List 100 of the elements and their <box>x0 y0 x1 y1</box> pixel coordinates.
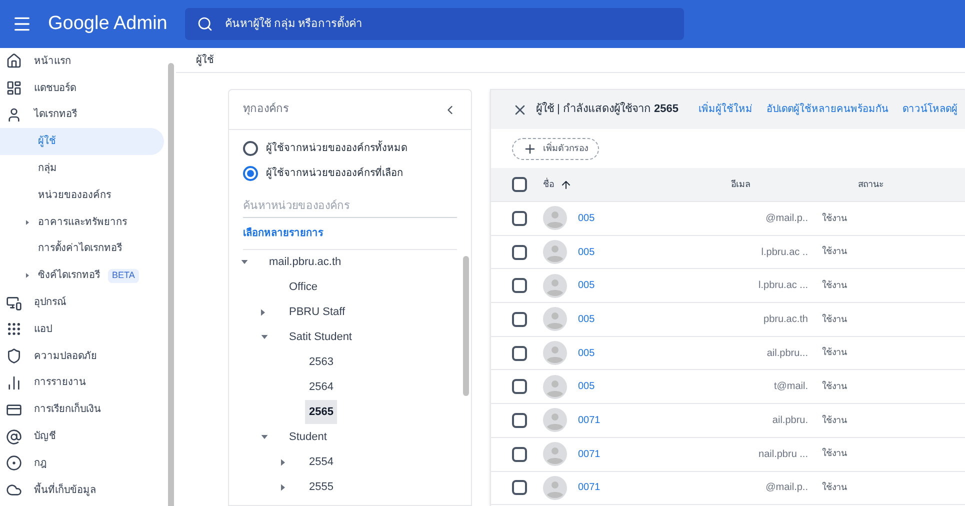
sidebar-item[interactable]: อุปกรณ์ <box>0 289 164 316</box>
avatar-icon <box>543 442 567 466</box>
tree-item[interactable]: 2554 <box>305 450 338 474</box>
caret-right-icon[interactable] <box>281 484 285 490</box>
user-name-link[interactable]: 005 <box>578 312 708 327</box>
sidebar-item[interactable]: หน้าแรก <box>0 48 164 75</box>
tree-item[interactable]: Satit Student <box>285 324 356 350</box>
status-cell-text: ใช้งาน <box>822 346 847 360</box>
user-name-link[interactable]: 0071 <box>578 446 708 462</box>
checkbox[interactable] <box>512 210 527 226</box>
user-name-link[interactable]: 0071 <box>578 480 708 496</box>
tree-item[interactable]: 2564 <box>305 374 338 400</box>
action-link[interactable]: อัปเดตผู้ใช้หลายคนพร้อมกัน <box>766 102 889 117</box>
at-sign-icon <box>6 428 22 445</box>
user-name-link[interactable]: 005 <box>578 244 708 260</box>
checkbox[interactable] <box>512 177 527 192</box>
sidebar-subitem[interactable]: ซิงค์ไดเรกทอรี <box>38 268 100 284</box>
status-cell-text: ใช้งาน <box>822 212 847 225</box>
tree-item[interactable]: 2565 <box>305 400 338 424</box>
tree-item[interactable]: Student <box>285 424 331 450</box>
checkbox[interactable] <box>512 312 527 327</box>
cloud-icon <box>6 482 22 498</box>
breadcrumb: ผู้ใช้ <box>196 53 214 68</box>
sidebar-subitem[interactable]: อาคารและทรัพยากร <box>38 214 127 230</box>
tree-item[interactable]: 2555 <box>305 474 338 500</box>
email-cell-text: pbru.ac.th <box>762 312 808 327</box>
checkbox[interactable] <box>512 412 527 428</box>
sort-arrow-icon[interactable] <box>560 178 572 190</box>
search-icon <box>197 16 213 32</box>
action-link[interactable]: เพิ่มผู้ใช้ใหม่ <box>698 102 753 117</box>
caret-down-icon[interactable] <box>261 435 268 439</box>
email-cell-text: ail.pbru... <box>766 346 808 361</box>
checkbox[interactable] <box>512 244 527 260</box>
card-icon <box>6 402 22 418</box>
email-cell-text: ail.pbru. <box>771 414 808 428</box>
caret-right-icon[interactable] <box>26 220 29 225</box>
sidebar-subitem[interactable]: หน่วยขององค์กร <box>38 188 111 203</box>
caret-right-icon[interactable] <box>281 458 285 466</box>
column-header[interactable]: สถานะ <box>858 178 884 192</box>
search-field[interactable]: ค้นหาหน่วยขององค์กร <box>243 198 457 218</box>
avatar-icon <box>543 206 567 230</box>
shield-icon <box>6 348 22 364</box>
tree-item[interactable]: mail.pbru.ac.th <box>265 250 346 274</box>
tree-item[interactable]: PBRU Staff <box>285 300 350 324</box>
checkbox[interactable] <box>512 480 527 496</box>
dashboard-icon <box>6 80 22 96</box>
caret-right-icon[interactable] <box>26 273 29 278</box>
sidebar-item[interactable]: แอป <box>0 316 164 343</box>
add-filter-button[interactable]: เพิ่มตัวกรอง <box>512 138 599 160</box>
email-cell-text: l.pbru.ac .. <box>760 246 808 260</box>
avatar-icon <box>543 341 567 366</box>
email-cell-text: t@mail. <box>772 380 808 394</box>
status-cell-text: ใช้งาน <box>822 380 847 394</box>
sidebar-subitem[interactable]: การตั้งค่าไดเรกทอรี <box>38 241 122 256</box>
scrollbar[interactable] <box>168 63 174 506</box>
user-name-link[interactable]: 005 <box>578 278 708 294</box>
user-name-link[interactable]: 005 <box>578 379 708 394</box>
radio-label: ผู้ใช้จากหน่วยขององค์กรที่เลือก <box>266 166 403 181</box>
avatar-icon <box>543 274 567 298</box>
email-cell-text: l.pbru.ac ... <box>758 279 808 294</box>
sidebar-item[interactable]: แดชบอร์ด <box>0 74 164 102</box>
multi-select-link[interactable]: เลือกหลายรายการ <box>243 226 323 240</box>
plus-icon <box>523 142 537 156</box>
avatar-icon <box>543 408 567 432</box>
scrollbar[interactable] <box>463 256 469 396</box>
sidebar-item[interactable]: ไดเรกทอรี <box>0 102 164 128</box>
sidebar-item[interactable]: การเรียกเก็บเงิน <box>0 396 164 424</box>
user-name-link[interactable]: 005 <box>578 346 708 361</box>
caret-down-icon[interactable] <box>241 260 248 264</box>
app-title: Google Admin <box>48 12 168 36</box>
avatar-icon <box>543 374 567 399</box>
sidebar-item[interactable]: กฎ <box>0 450 164 477</box>
action-link[interactable]: ดาวน์โหลดผู้ <box>902 102 958 117</box>
tree-item[interactable]: Office <box>285 274 322 300</box>
sidebar-subitem[interactable]: กลุ่ม <box>38 161 57 176</box>
home-icon <box>6 53 22 70</box>
email-cell-text: @mail.p.. <box>764 212 808 226</box>
panel-title: ผู้ใช้ | กำลังแสดงผู้ใช้จาก 2565 <box>536 101 679 118</box>
column-header[interactable]: อีเมล <box>731 178 751 192</box>
checkbox[interactable] <box>512 446 527 462</box>
radio-button[interactable] <box>243 141 258 156</box>
status-cell-text: ใช้งาน <box>822 312 847 326</box>
tree-item[interactable]: 2563 <box>305 350 338 374</box>
status-cell-text: ใช้งาน <box>822 414 847 427</box>
checkbox[interactable] <box>512 278 527 294</box>
user-name-link[interactable]: 0071 <box>578 412 708 428</box>
sidebar-item[interactable]: ความปลอดภัย <box>0 342 164 370</box>
radio-button[interactable] <box>243 166 258 181</box>
caret-right-icon[interactable] <box>261 308 265 316</box>
column-header[interactable]: ชื่อ <box>543 178 554 192</box>
status-cell-text: ใช้งาน <box>822 278 847 292</box>
caret-down-icon[interactable] <box>261 335 268 339</box>
beta-badge: BETA <box>108 269 139 283</box>
sidebar-item[interactable]: พื้นที่เก็บข้อมูล <box>0 476 164 504</box>
checkbox[interactable] <box>512 346 527 361</box>
user-name-link[interactable]: 005 <box>578 210 708 226</box>
sidebar-subitem[interactable]: ผู้ใช้ <box>38 134 56 150</box>
sidebar-item[interactable]: การรายงาน <box>0 370 164 396</box>
checkbox[interactable] <box>512 379 527 394</box>
sidebar-item[interactable]: บัญชี <box>0 423 164 450</box>
